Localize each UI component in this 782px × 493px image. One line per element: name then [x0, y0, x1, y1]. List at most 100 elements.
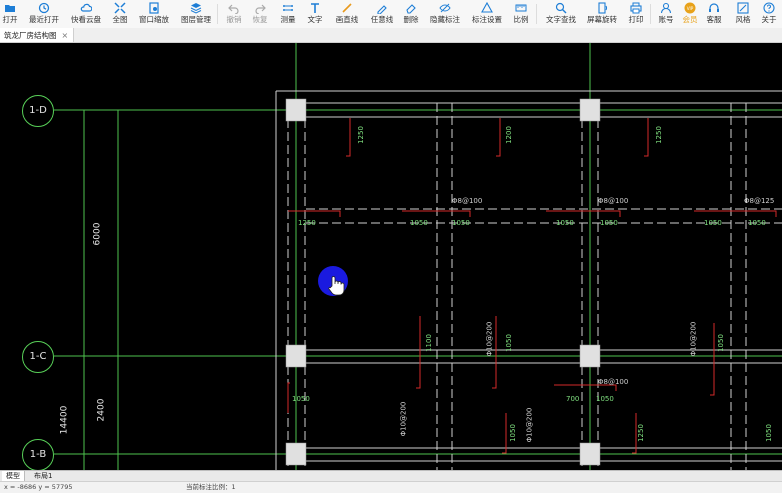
hide-annotation-label: 隐藏标注	[430, 15, 460, 24]
redo-label: 恢复	[252, 15, 268, 24]
rebar-label: Φ8@100	[598, 378, 629, 386]
length-label: 1250	[356, 126, 365, 144]
fit-all-icon	[114, 2, 126, 14]
length-label: 1050	[764, 424, 773, 442]
axis-bubble-1-D: 1-D	[22, 95, 54, 127]
vip-icon: VIP	[684, 2, 696, 14]
layer-manager-button[interactable]: 图层管理	[180, 2, 212, 28]
dimension-2400: 2400	[96, 398, 107, 422]
scale-button[interactable]: 比例	[512, 2, 530, 28]
document-tab[interactable]: 筑龙厂房结构图 ×	[0, 28, 74, 42]
cloud-drive-label: 快看云盘	[71, 15, 101, 24]
rebar-label: Φ8@125	[744, 197, 775, 205]
print-icon	[630, 2, 642, 14]
length-label: 1050	[556, 219, 574, 227]
delete-button[interactable]: 删除	[402, 2, 420, 28]
measure-button[interactable]: 测量	[279, 2, 297, 28]
zoom-window-icon	[149, 2, 159, 14]
about-label: 关于	[761, 15, 777, 24]
print-button[interactable]: 打印	[627, 2, 645, 28]
length-label: 1050	[504, 334, 513, 352]
length-label: 1050	[704, 219, 722, 227]
cloud-drive-button[interactable]: 快看云盘	[70, 2, 102, 28]
scale-label: 比例	[513, 15, 529, 24]
length-label: 1050	[748, 219, 766, 227]
measure-icon	[283, 5, 293, 11]
rotate-screen-icon	[598, 2, 608, 14]
annotation-settings-label: 标注设置	[472, 15, 502, 24]
dashed-beams	[287, 103, 782, 470]
delete-label: 删除	[403, 15, 419, 24]
length-label: 1250	[636, 424, 645, 442]
vip-badge-text: VIP	[687, 6, 694, 11]
length-label: 1050	[292, 395, 310, 403]
redo-button[interactable]: 恢复	[252, 2, 268, 28]
toolbar-divider	[536, 4, 537, 24]
document-tab-label: 筑龙厂房结构图	[4, 30, 57, 40]
text-icon	[311, 3, 319, 13]
length-label: 1050	[508, 424, 517, 442]
style-button[interactable]: 风格	[734, 2, 752, 28]
grid-lines	[54, 43, 782, 470]
rebar-label: Φ10@200	[525, 407, 534, 443]
open-button[interactable]: 打开	[2, 2, 18, 28]
length-label: 700	[566, 395, 580, 403]
drawing-canvas[interactable]: 1-D 1-C 1-B 6000 14400 2400 Φ8@100 Φ8@10…	[0, 43, 782, 471]
length-label: 1250	[654, 126, 663, 144]
dimension-6000: 6000	[92, 222, 103, 246]
support-label: 客服	[706, 15, 722, 24]
fit-all-button[interactable]: 全图	[112, 2, 128, 28]
fit-all-label: 全图	[112, 15, 128, 24]
folder-icon	[5, 5, 15, 12]
close-tab-icon[interactable]: ×	[62, 31, 69, 40]
cloud-icon	[80, 3, 92, 12]
freehand-button[interactable]: 任意线	[368, 2, 396, 28]
layer-manager-label: 图层管理	[181, 15, 211, 24]
eraser-icon	[406, 4, 416, 14]
text-search-icon	[555, 2, 567, 14]
style-label: 风格	[735, 15, 751, 24]
support-button[interactable]: 客服	[705, 2, 723, 28]
vip-label: 会员	[682, 15, 698, 24]
rebar-label: Φ8@100	[598, 197, 629, 205]
rebar-label: Φ8@100	[452, 197, 483, 205]
scale-icon	[515, 4, 527, 12]
hide-annotation-button[interactable]: 隐藏标注	[428, 2, 462, 28]
length-label: 1050	[596, 395, 614, 403]
question-icon	[763, 2, 775, 14]
toolbar-divider	[217, 4, 218, 24]
annotation-settings-icon	[481, 2, 493, 13]
rebar-label: Φ10@200	[689, 321, 698, 357]
headset-icon	[709, 3, 719, 12]
length-label: 1050	[452, 219, 470, 227]
freehand-label: 任意线	[370, 15, 394, 24]
axis-label: 1-C	[29, 351, 47, 362]
recent-open-button[interactable]: 最近打开	[28, 2, 60, 28]
zoom-window-button[interactable]: 窗口缩放	[138, 2, 170, 28]
undo-button[interactable]: 撤销	[226, 2, 242, 28]
toolbar-divider	[650, 4, 651, 24]
rotate-screen-label: 屏幕旋转	[587, 15, 617, 24]
document-tab-bar: 筑龙厂房结构图 ×	[0, 28, 782, 43]
length-label: 1100	[424, 334, 433, 352]
undo-label: 撤销	[226, 15, 242, 24]
axis-label: 1-D	[29, 105, 47, 116]
about-button[interactable]: 关于	[760, 2, 778, 28]
recent-open-label: 最近打开	[29, 15, 59, 24]
annotation-settings-button[interactable]: 标注设置	[470, 2, 504, 28]
status-bar: x = -8686 y = 57795 当前标注比例：1	[0, 481, 782, 493]
dimension-14400: 14400	[59, 405, 70, 435]
length-label: 1050	[410, 219, 428, 227]
account-button[interactable]: 账号	[657, 2, 675, 28]
rebar-label: Φ10@200	[485, 321, 494, 357]
text-button[interactable]: 文字	[306, 2, 324, 28]
user-icon	[660, 2, 672, 14]
vip-button[interactable]: VIP 会员	[681, 2, 699, 28]
coordinates-readout: x = -8686 y = 57795	[4, 483, 73, 491]
account-label: 账号	[658, 15, 674, 24]
measure-label: 测量	[280, 15, 296, 24]
text-search-button[interactable]: 文字查找	[544, 2, 578, 28]
draw-line-button[interactable]: 画直线	[333, 2, 361, 28]
rotate-screen-button[interactable]: 屏幕旋转	[585, 2, 619, 28]
length-label: 1200	[504, 126, 513, 144]
